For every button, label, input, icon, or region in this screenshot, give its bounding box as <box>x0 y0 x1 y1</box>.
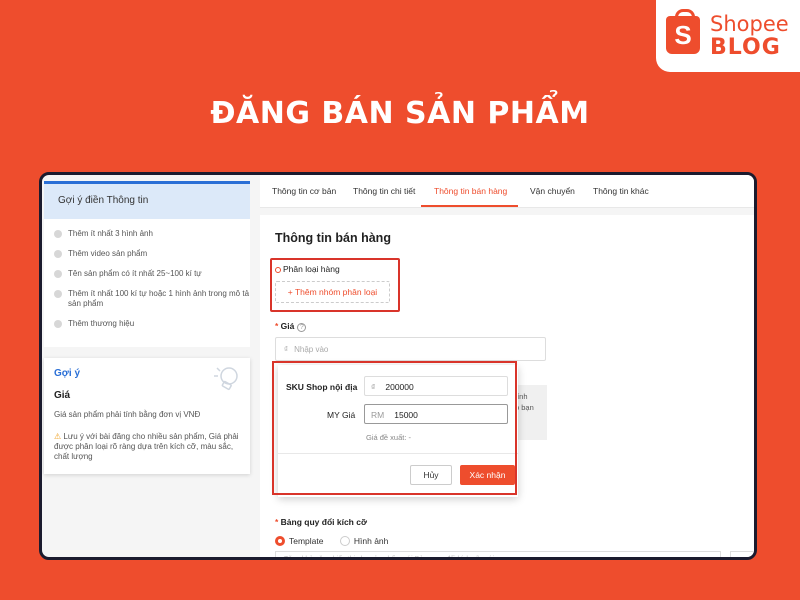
logo-brand-text: Shopee <box>710 12 789 36</box>
check-circle-icon <box>54 320 62 328</box>
tab-bar: Thông tin cơ bản Thông tin chi tiết Thôn… <box>260 175 754 208</box>
price-placeholder: Nhập vào <box>294 345 329 354</box>
shopee-bag-icon: S <box>666 9 700 54</box>
price-input[interactable]: ₫ Nhập vào <box>275 337 546 361</box>
light-bulb-icon <box>214 367 238 390</box>
hint-item: Thêm ít nhất 3 hình ảnh <box>54 229 250 239</box>
radio-icon <box>339 535 350 546</box>
price-currency: ₫ <box>284 345 289 354</box>
size-chart-select-secondary[interactable] <box>730 551 754 557</box>
size-chart-select[interactable]: Tăng khả năng hiển thị cho sản phẩm với … <box>275 551 721 557</box>
tip-subtitle: Giá <box>54 390 71 401</box>
hint-item: Thêm ít nhất 100 kí tự hoặc 1 hình ảnh t… <box>54 289 250 309</box>
check-circle-icon <box>54 290 62 298</box>
tab-detail-info[interactable]: Thông tin chi tiết <box>353 186 415 196</box>
hint-card-title: Gợi ý điền Thông tin <box>44 184 250 219</box>
hint-item: Thêm video sản phẩm <box>54 249 250 259</box>
tab-other-info[interactable]: Thông tin khác <box>593 186 649 196</box>
shopee-blog-logo: S Shopee BLOG <box>656 0 800 72</box>
form-title: Thông tin bán hàng <box>275 231 391 245</box>
variant-label: Phân loại hàng <box>275 264 340 274</box>
hint-card: Gợi ý điền Thông tin Thêm ít nhất 3 hình… <box>44 181 250 347</box>
tip-description: Giá sản phẩm phải tính bằng đơn vị VNĐ <box>54 410 201 419</box>
tab-sales-info[interactable]: Thông tin bán hàng <box>434 186 507 196</box>
check-circle-icon <box>54 230 62 238</box>
tab-shipping[interactable]: Vận chuyển <box>530 186 575 196</box>
help-icon[interactable]: ? <box>297 323 307 332</box>
size-option-image[interactable]: Hình ảnh <box>339 535 388 546</box>
popup-highlight-box <box>272 361 517 495</box>
tab-basic-info[interactable]: Thông tin cơ bản <box>272 186 336 196</box>
check-circle-icon <box>54 270 62 278</box>
size-option-template[interactable]: Template <box>275 535 324 546</box>
radio-selected-icon <box>275 535 285 546</box>
price-label: * Giá? <box>275 321 307 332</box>
warning-icon: ⚠ <box>54 432 62 441</box>
hint-list: Thêm ít nhất 3 hình ảnh Thêm video sản p… <box>44 219 250 329</box>
page-headline: ĐĂNG BÁN SẢN PHẨM <box>210 96 590 131</box>
hint-item: Tên sản phẩm có ít nhất 25~100 kí tự <box>54 269 250 279</box>
size-chart-label: * Bảng quy đổi kích cỡ <box>275 517 368 527</box>
check-circle-icon <box>54 250 62 258</box>
tip-card-title: Gợi ý <box>54 368 81 379</box>
tip-card: Gợi ý Giá Giá sản phẩm phải tính bằng đơ… <box>44 358 250 474</box>
screenshot-window: Gợi ý điền Thông tin Thêm ít nhất 3 hình… <box>39 172 757 560</box>
logo-blog-text: BLOG <box>710 35 781 60</box>
hint-item: Thêm thương hiệu <box>54 319 250 329</box>
add-variant-group-button[interactable]: + Thêm nhóm phân loại <box>275 281 390 303</box>
radio-icon <box>275 266 281 273</box>
tip-note: ⚠ Lưu ý với bài đăng cho nhiều sản phẩm,… <box>54 432 239 461</box>
active-tab-indicator <box>421 205 518 207</box>
size-chart-options: Template Hình ảnh <box>275 535 388 547</box>
